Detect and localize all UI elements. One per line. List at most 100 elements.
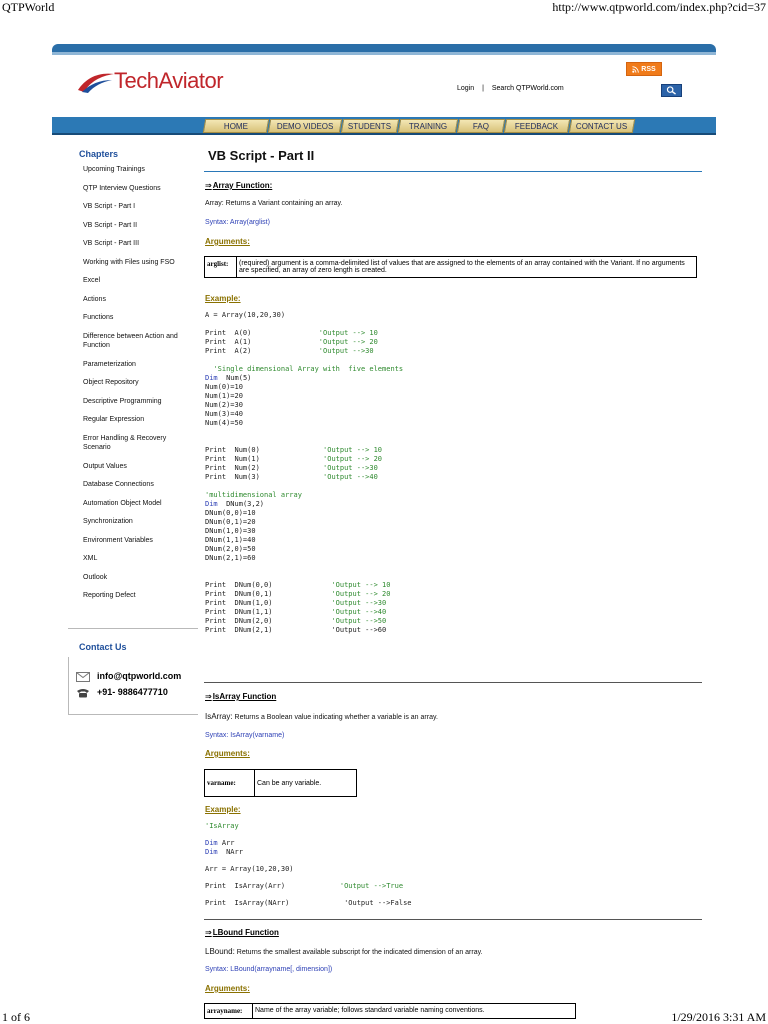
table-row: arrayname: Name of the array variable; f… <box>204 1003 576 1019</box>
arg-name-cell: arglist: <box>204 256 237 278</box>
print-page-number: 1 of 6 <box>2 1010 30 1024</box>
nav-tab-label: TRAINING <box>408 121 448 131</box>
code-block: 'IsArray Dim Arr Dim NArr Arr = Array(10… <box>205 822 412 908</box>
contact-email[interactable]: info@qtpworld.com <box>97 671 181 681</box>
arg-name-cell: varname: <box>204 769 255 797</box>
arg-desc-cell: Can be any variable. <box>254 769 357 797</box>
title-divider <box>204 171 702 172</box>
lbound-function-heading: ⇒LBound Function <box>205 928 279 937</box>
print-header: QTPWorld http://www.qtpworld.com/index.p… <box>0 0 768 16</box>
page-title: VB Script - Part II <box>208 148 315 163</box>
array-arguments-label: Arguments: <box>205 237 250 246</box>
header-links: Login | Search QTPWorld.com <box>457 85 570 92</box>
nav-tab-feedback[interactable]: FEEDBACK <box>503 119 571 133</box>
contact-box <box>68 657 198 715</box>
search-button[interactable] <box>661 84 682 97</box>
chapter-list: Upcoming Trainings QTP Interview Question… <box>68 165 202 600</box>
sidebar: Chapters Upcoming Trainings QTP Interview… <box>68 144 202 600</box>
sidebar-item-scenario[interactable]: Scenario <box>68 443 202 452</box>
contact-heading: Contact Us <box>79 642 127 652</box>
sidebar-item-output-values[interactable]: Output Values <box>68 462 202 471</box>
sidebar-divider <box>68 628 198 629</box>
sidebar-item-upcoming-trainings[interactable]: Upcoming Trainings <box>68 165 202 174</box>
lbound-description: LBound: Returns the smallest available s… <box>205 947 483 956</box>
nav-tab-students[interactable]: STUDENTS <box>340 119 400 133</box>
search-link[interactable]: Search QTPWorld.com <box>492 85 564 92</box>
section-divider <box>204 682 702 683</box>
lbound-lead: LBound: <box>205 947 235 956</box>
isarray-arguments-table: varname: Can be any variable. <box>204 769 357 797</box>
chapters-heading: Chapters <box>79 149 119 159</box>
sidebar-item-object-repository[interactable]: Object Repository <box>68 378 202 387</box>
lbound-arguments-table: arrayname: Name of the array variable; f… <box>204 1003 576 1019</box>
sidebar-item-synchronization[interactable]: Synchronization <box>68 517 202 526</box>
top-accent-stripe <box>52 52 716 55</box>
link-separator: | <box>482 85 484 92</box>
nav-tab-training[interactable]: TRAINING <box>397 119 459 133</box>
sidebar-item-qtp-interview-questions[interactable]: QTP Interview Questions <box>68 184 202 193</box>
login-link[interactable]: Login <box>457 85 474 92</box>
nav-tab-label: HOME <box>224 121 248 131</box>
nav-tab-label: FAQ <box>472 121 489 131</box>
sidebar-item-reporting-defect[interactable]: Reporting Defect <box>68 591 202 600</box>
isarray-description: IsArray: Returns a Boolean value indicat… <box>205 712 438 721</box>
section-divider <box>204 919 702 920</box>
sidebar-item-vb-script-part-i[interactable]: VB Script - Part I <box>68 202 202 211</box>
sidebar-item-vb-script-part-iii[interactable]: VB Script - Part III <box>68 239 202 248</box>
print-title: QTPWorld <box>2 0 55 14</box>
arg-name-cell: arrayname: <box>204 1003 253 1019</box>
nav-tab-label: CONTACT US <box>576 121 628 131</box>
search-icon <box>666 86 676 95</box>
sidebar-item-automation-object-model[interactable]: Automation Object Model <box>68 499 202 508</box>
sidebar-item-functions[interactable]: Functions <box>68 313 202 322</box>
array-example-label: Example: <box>205 294 241 303</box>
isarray-heading-text: IsArray Function <box>212 692 277 701</box>
sidebar-item-working-with-files-using-fso[interactable]: Working with Files using FSO <box>68 258 202 267</box>
array-description: Array: Returns a Variant containing an a… <box>205 200 343 207</box>
sidebar-item-excel[interactable]: Excel <box>68 276 202 285</box>
rss-button[interactable]: RSS <box>626 62 662 76</box>
arrow-icon: ⇒ <box>205 928 212 937</box>
sidebar-item-vb-script-part-ii[interactable]: VB Script - Part II <box>68 221 202 230</box>
nav-tab-label: DEMO VIDEOS <box>276 121 334 131</box>
isarray-desc-text: Returns a Boolean value indicating wheth… <box>234 714 438 721</box>
print-datetime: 1/29/2016 3:31 AM <box>671 1010 766 1024</box>
sidebar-item-environment-variables[interactable]: Environment Variables <box>68 536 202 545</box>
array-heading-text: Array Function: <box>212 181 273 190</box>
array-arguments-table: arglist: (required) argument is a comma-… <box>204 256 697 278</box>
lbound-arguments-label: Arguments: <box>205 984 250 993</box>
main-navbar: HOME DEMO VIDEOS STUDENTS TRAINING FAQ FEEDBA… <box>52 117 716 135</box>
nav-tab-faq[interactable]: FAQ <box>456 119 506 133</box>
sidebar-item-difference-between-action-and[interactable]: Difference between Action and <box>68 332 202 341</box>
sidebar-item-function[interactable]: Function <box>68 341 202 350</box>
web-page: TechAviator RSS Login | Search QTPWorld.… <box>52 44 716 1019</box>
sidebar-item-error-handling-recovery[interactable]: Error Handling & Recovery <box>68 434 202 443</box>
array-function-heading: ⇒Array Function: <box>205 181 272 190</box>
sidebar-item-regular-expression[interactable]: Regular Expression <box>68 415 202 424</box>
isarray-function-heading: ⇒IsArray Function <box>205 692 276 701</box>
nav-tab-demo-videos[interactable]: DEMO VIDEOS <box>267 119 343 133</box>
sidebar-item-xml[interactable]: XML <box>68 554 202 563</box>
isarray-syntax: Syntax: IsArray(varname) <box>205 732 285 739</box>
arrow-icon: ⇒ <box>205 181 212 190</box>
array-syntax: Syntax: Array(arglist) <box>205 219 270 226</box>
sidebar-item-parameterization[interactable]: Parameterization <box>68 360 202 369</box>
table-row: varname: Can be any variable. <box>204 769 357 797</box>
sidebar-item-database-connections[interactable]: Database Connections <box>68 480 202 489</box>
table-row: arglist: (required) argument is a comma-… <box>204 256 697 278</box>
arg-desc-cell: Name of the array variable; follows stan… <box>252 1003 576 1019</box>
site-logo[interactable]: TechAviator <box>76 66 246 96</box>
isarray-lead: IsArray: <box>205 712 233 721</box>
mail-icon <box>76 672 90 682</box>
contact-phone: +91- 9886477710 <box>97 687 168 697</box>
phone-icon <box>77 689 89 698</box>
rss-label: RSS <box>641 65 656 73</box>
isarray-arguments-label: Arguments: <box>205 749 250 758</box>
nav-tab-contact-us[interactable]: CONTACT US <box>568 119 636 133</box>
logo-swoosh-icon <box>78 73 114 93</box>
sidebar-item-actions[interactable]: Actions <box>68 295 202 304</box>
nav-tab-home[interactable]: HOME <box>202 119 270 133</box>
sidebar-item-descriptive-programming[interactable]: Descriptive Programming <box>68 397 202 406</box>
top-accent-bar <box>52 44 716 52</box>
sidebar-item-outlook[interactable]: Outlook <box>68 573 202 582</box>
